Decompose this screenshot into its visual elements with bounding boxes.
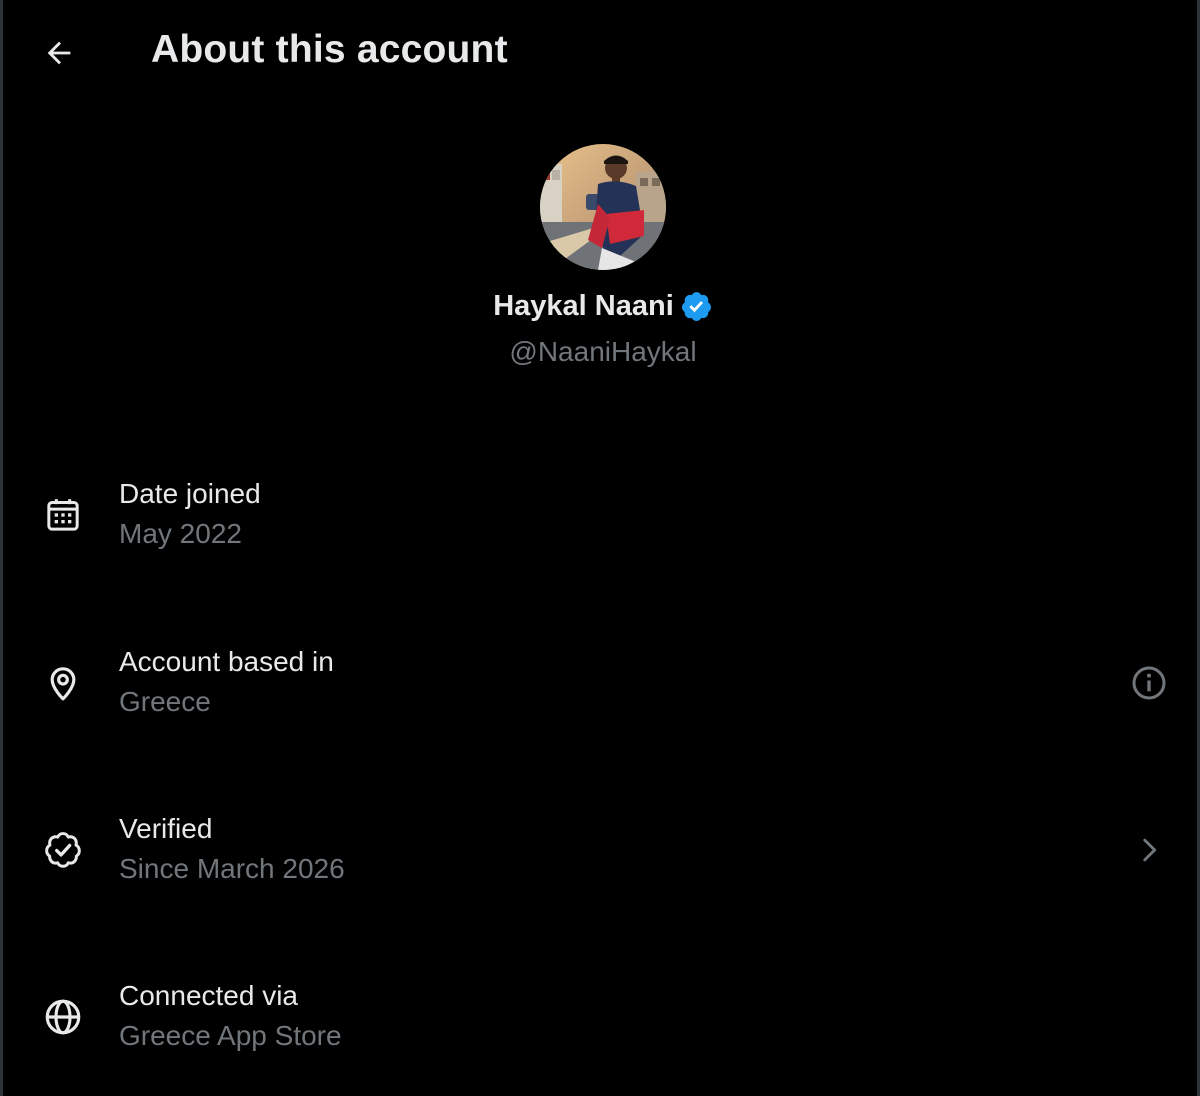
row-icon <box>39 993 87 1041</box>
app-frame: About this account Haykal Naani @NaaniHa… <box>0 0 1200 1096</box>
row-label: Connected via <box>119 980 299 1011</box>
location-pin-icon <box>50 667 76 701</box>
row-label: Date joined <box>119 478 261 509</box>
arrow-left-icon <box>47 41 71 65</box>
row-value: Since March 2026 <box>119 853 345 884</box>
page-title: About this account <box>151 28 508 71</box>
row-connected-via: Connected via Greece App Store <box>3 972 1200 1082</box>
user-handle: @NaaniHaykal <box>509 336 697 367</box>
row-value: May 2022 <box>119 518 242 549</box>
row-label: Account based in <box>119 646 334 677</box>
calendar-icon <box>47 499 79 531</box>
info-button[interactable] <box>1125 659 1173 707</box>
globe-icon <box>45 999 81 1035</box>
row-icon <box>39 659 87 707</box>
avatar[interactable] <box>540 144 666 270</box>
row-value: Greece <box>119 686 211 717</box>
avatar-photo <box>540 144 666 270</box>
row-value: Greece App Store <box>119 1020 342 1051</box>
display-name: Haykal Naani <box>493 290 674 322</box>
header: About this account <box>3 0 1200 106</box>
info-icon <box>1132 666 1166 700</box>
name-row: Haykal Naani <box>3 290 1200 323</box>
row-verified[interactable]: Verified Since March 2026 <box>3 805 1200 915</box>
row-account-based-in: Account based in Greece <box>3 638 1200 748</box>
row-label: Verified <box>119 813 213 844</box>
row-icon <box>39 826 87 874</box>
row-icon <box>39 491 87 539</box>
chevron-right-icon <box>1143 838 1157 862</box>
verified-badge-icon <box>45 832 81 868</box>
verified-details-chevron[interactable] <box>1125 826 1173 874</box>
back-button[interactable] <box>33 29 85 77</box>
verified-badge-icon <box>681 292 711 321</box>
row-date-joined: Date joined May 2022 <box>3 470 1200 580</box>
